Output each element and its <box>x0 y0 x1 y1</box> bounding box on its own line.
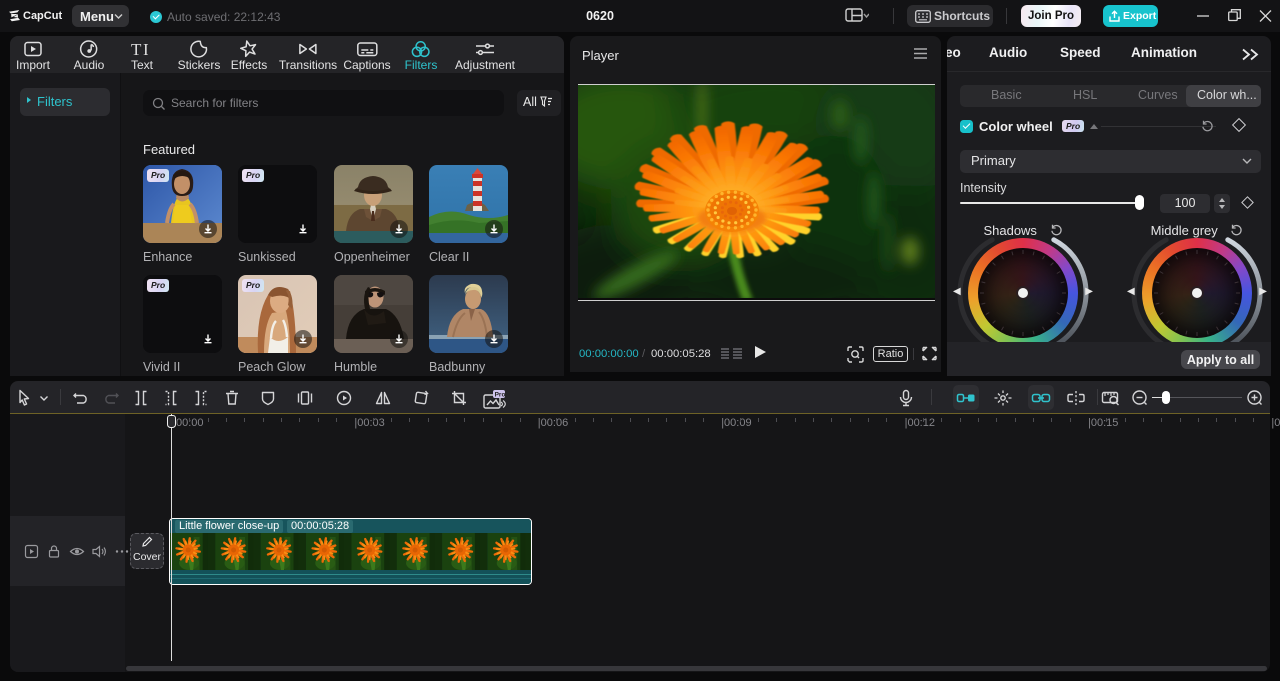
svg-text:Pro: Pro <box>495 391 506 398</box>
svg-text:I: I <box>143 40 149 59</box>
svg-text:T: T <box>131 40 142 59</box>
